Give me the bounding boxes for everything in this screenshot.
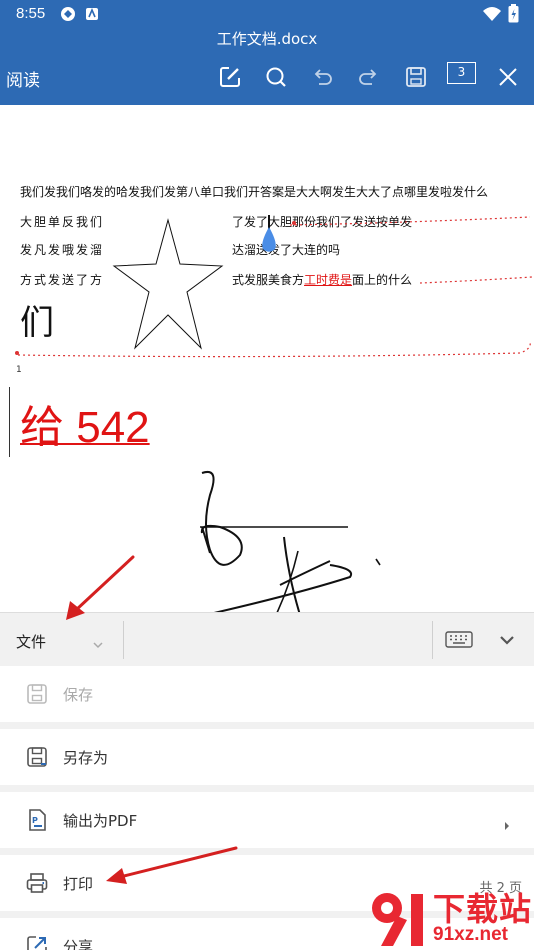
menu-item-save[interactable]: 保存 — [0, 666, 534, 722]
share-icon — [25, 934, 49, 950]
undo-icon — [314, 69, 332, 85]
close-button[interactable] — [492, 61, 524, 93]
close-icon — [499, 68, 517, 86]
handwriting-ink[interactable] — [180, 465, 400, 612]
save-toolbar-button[interactable] — [400, 61, 432, 93]
save-icon — [406, 67, 426, 87]
watermark-domain: 91xz.net — [433, 924, 508, 945]
wifi-icon — [482, 6, 502, 26]
save-icon — [25, 682, 49, 706]
search-button[interactable] — [260, 61, 292, 93]
watermark-logo-icon — [372, 893, 423, 946]
chevron-down-icon[interactable] — [92, 635, 104, 654]
keyboard-icon[interactable] — [445, 631, 473, 653]
menu-item-label: 另存为 — [63, 749, 109, 767]
undo-button[interactable] — [306, 61, 338, 93]
divider — [432, 621, 433, 659]
status-time: 8:55 — [16, 5, 46, 22]
print-icon — [25, 871, 49, 895]
file-menu-tab[interactable]: 文件 — [16, 631, 46, 652]
menu-item-export-pdf[interactable]: P 输出为PDF — [0, 792, 534, 848]
edit-button[interactable] — [214, 61, 246, 93]
read-mode-button[interactable]: 阅读 — [6, 66, 40, 91]
redo-icon — [359, 69, 377, 85]
document-title: 工作文档.docx — [0, 28, 534, 50]
menu-item-label: 输出为PDF — [63, 812, 138, 830]
menu-item-label: 分享 — [63, 938, 94, 950]
battery-icon — [508, 4, 519, 27]
save-as-icon — [25, 745, 49, 769]
menu-item-save-as[interactable]: 另存为 — [0, 729, 534, 785]
menu-divider — [0, 848, 534, 855]
page-count-button[interactable]: 3 — [447, 62, 476, 84]
pdf-export-icon: P — [25, 808, 49, 832]
menu-item-label: 保存 — [63, 686, 94, 704]
menu-item-label: 打印 — [63, 875, 94, 893]
document-canvas[interactable]: 我们发我们咯发的哈发我们发第八单口我们开答案是大大啊发生大大了点哪里发啦发什么 … — [0, 105, 534, 612]
submenu-arrow-icon — [503, 816, 511, 835]
app-notification-icon — [85, 6, 99, 25]
svg-text:P: P — [32, 816, 38, 825]
menu-header: 文件 — [0, 612, 534, 666]
vpn-icon — [60, 6, 76, 26]
cursor-handle-icon[interactable] — [258, 215, 280, 259]
edit-icon — [220, 67, 240, 87]
site-watermark: 下载站 91xz.net — [365, 884, 534, 950]
menu-divider — [0, 785, 534, 792]
menu-divider — [0, 722, 534, 729]
redo-button[interactable] — [353, 61, 385, 93]
collapse-panel-icon[interactable] — [498, 631, 516, 653]
status-bar: 8:55 — [0, 0, 534, 28]
search-icon — [266, 67, 286, 87]
divider — [123, 621, 124, 659]
